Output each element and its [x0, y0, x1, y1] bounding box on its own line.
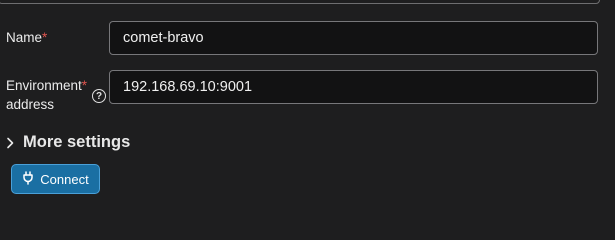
environment-address-label-line1: Environment	[6, 78, 82, 93]
question-circle-icon[interactable]: ?	[92, 89, 106, 103]
help-glyph: ?	[95, 90, 103, 102]
name-label: Name*	[6, 28, 47, 48]
name-label-text: Name	[6, 30, 43, 45]
environment-address-label: Environment* address	[6, 76, 87, 114]
plug-icon	[22, 170, 34, 188]
connect-button-label: Connect	[40, 171, 89, 187]
name-required-mark: *	[42, 30, 48, 45]
environment-address-required-mark: *	[81, 78, 88, 93]
more-settings-toggle[interactable]: More settings	[6, 133, 130, 152]
connection-form: Name* Environment* address ? More settin…	[0, 0, 615, 202]
environment-address-label-line2: address	[6, 97, 55, 112]
environment-address-input[interactable]	[109, 70, 598, 104]
connect-button[interactable]: Connect	[11, 164, 100, 194]
name-input[interactable]	[109, 21, 598, 55]
chevron-right-icon	[6, 136, 18, 150]
previous-field-box	[0, 0, 600, 4]
more-settings-label: More settings	[23, 133, 131, 151]
